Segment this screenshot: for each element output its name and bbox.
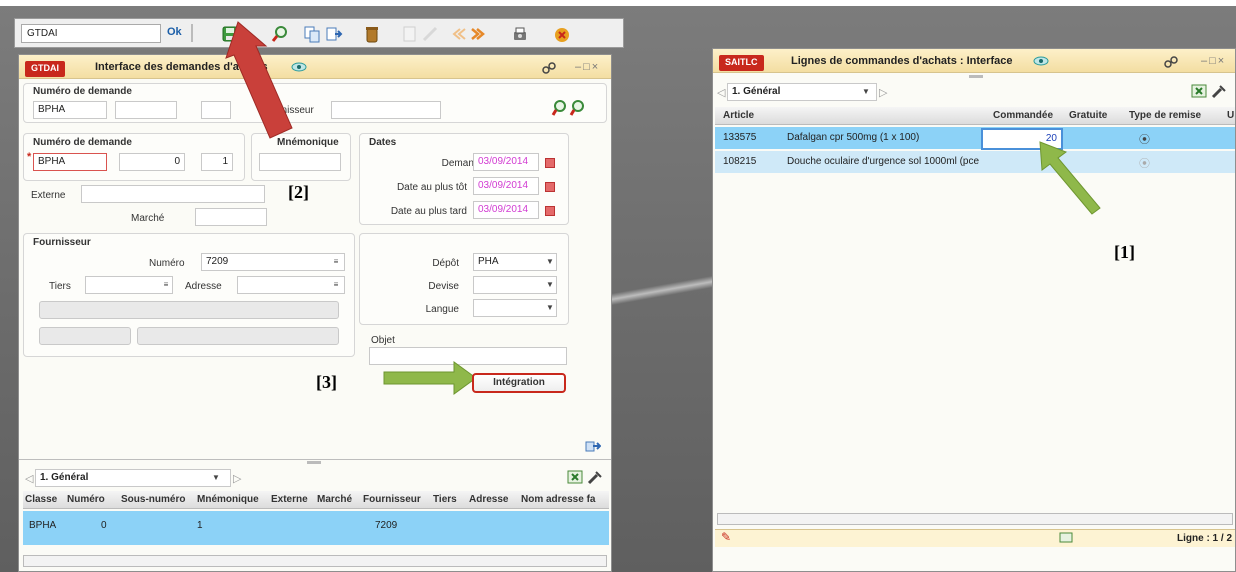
- green-arrow-right: [383, 361, 477, 395]
- annotation-3: [3]: [316, 372, 337, 392]
- annotation-layer: [225, 21, 1101, 395]
- annotation-1: [1]: [1114, 242, 1135, 262]
- green-arrow-up: [1039, 141, 1101, 215]
- red-arrow: [225, 21, 293, 139]
- annotation-2: [2]: [288, 182, 309, 202]
- integration-button[interactable]: Intégration: [472, 373, 566, 393]
